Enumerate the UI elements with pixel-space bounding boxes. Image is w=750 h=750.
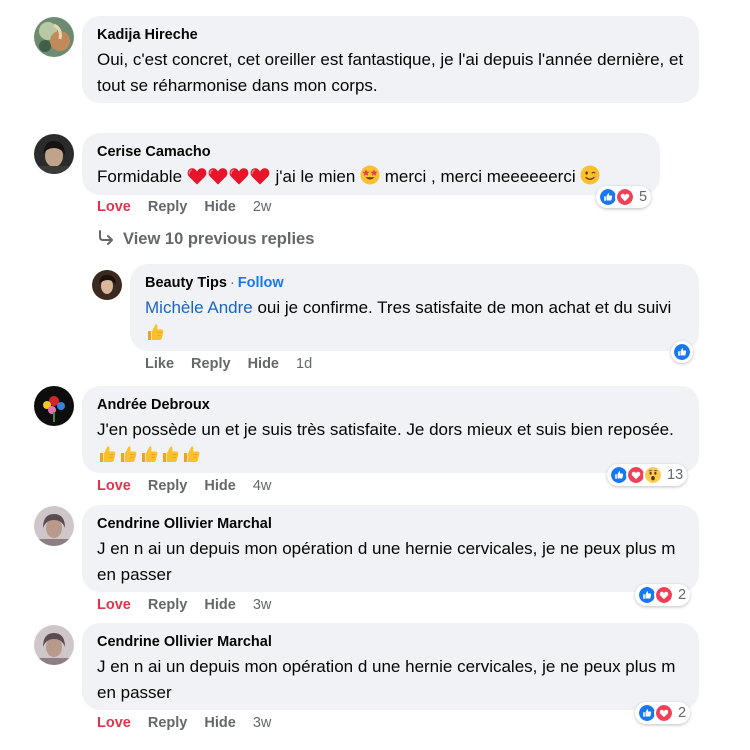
reaction-summary[interactable]: 2	[635, 584, 691, 606]
comment-bubble: Cendrine Ollivier Marchal J en n ai un d…	[82, 623, 699, 710]
comment-bubble: Andrée Debroux J'en possède un et je sui…	[82, 386, 699, 473]
love-button[interactable]: Love	[97, 199, 131, 215]
reaction-summary[interactable]: 13	[607, 464, 688, 486]
reply-button[interactable]: Reply	[148, 715, 188, 731]
comment-timestamp[interactable]: 3w	[253, 715, 272, 731]
comment-text-part: Formidable	[97, 167, 183, 186]
comment-text: Oui, c'est concret, cet oreiller est fan…	[97, 50, 684, 95]
view-previous-replies-link[interactable]: View 10 previous replies	[97, 228, 314, 250]
red-heart-emoji-icon	[186, 167, 271, 193]
comment-author[interactable]: Cendrine Ollivier Marchal	[97, 633, 685, 651]
comment-timestamp[interactable]: 2w	[253, 199, 272, 215]
star-struck-emoji-icon	[360, 165, 380, 193]
reaction-count: 13	[667, 467, 684, 483]
reaction-summary[interactable]: 2	[635, 702, 691, 724]
hide-button[interactable]: Hide	[204, 199, 235, 215]
reply-button[interactable]: Reply	[148, 478, 188, 494]
separator: ·	[229, 275, 235, 291]
comment-actions: Love Reply Hide 2w	[97, 198, 284, 216]
avatar[interactable]	[92, 270, 122, 300]
comment-bubble: Kadija Hireche Oui, c'est concret, cet o…	[82, 16, 699, 103]
reaction-count: 2	[678, 705, 687, 721]
mention-link[interactable]: Michèle Andre	[145, 298, 253, 317]
comment-timestamp[interactable]: 1d	[296, 356, 312, 372]
hide-button[interactable]: Hide	[204, 478, 235, 494]
comment-author[interactable]: Cerise Camacho	[97, 143, 646, 161]
reaction-count: 2	[678, 587, 687, 603]
avatar[interactable]	[34, 625, 74, 665]
view-replies-label: View 10 previous replies	[123, 230, 315, 248]
comment-timestamp[interactable]: 3w	[253, 597, 272, 613]
avatar[interactable]	[34, 134, 74, 174]
like-button[interactable]: Like	[145, 356, 174, 372]
thumbs-up-emoji-icon	[145, 322, 165, 350]
comment-text: J'en possède un et je suis très satisfai…	[97, 417, 685, 472]
thumbs-up-emoji-icon	[97, 444, 201, 472]
reaction-summary[interactable]: 5	[596, 186, 652, 208]
hide-button[interactable]: Hide	[204, 597, 235, 613]
comment-author[interactable]: Kadija Hireche	[97, 26, 685, 44]
reply-button[interactable]: Reply	[148, 199, 188, 215]
love-button[interactable]: Love	[97, 478, 131, 494]
comment-bubble: Cendrine Ollivier Marchal J en n ai un d…	[82, 505, 699, 592]
comment-text: Michèle Andre oui je confirme. Tres sati…	[145, 295, 685, 350]
comment-author[interactable]: Beauty Tips	[145, 275, 227, 291]
reply-arrow-icon	[97, 228, 115, 250]
heart-icon	[654, 585, 674, 605]
comment-actions: Like Reply Hide 1d	[145, 355, 325, 373]
comment-text: Formidable j'ai le mien merci , merci me…	[97, 164, 646, 193]
comment-timestamp[interactable]: 4w	[253, 478, 272, 494]
comment-author[interactable]: Andrée Debroux	[97, 396, 685, 414]
avatar[interactable]	[34, 17, 74, 57]
comment-actions: Love Reply Hide 3w	[97, 714, 284, 732]
comment-text-part: j'ai le mien	[275, 167, 356, 186]
wow-icon	[643, 465, 663, 485]
avatar[interactable]	[34, 506, 74, 546]
comment-text: J en n ai un depuis mon opération d une …	[97, 657, 676, 702]
hide-button[interactable]: Hide	[204, 715, 235, 731]
comment-actions: Love Reply Hide 3w	[97, 596, 284, 614]
love-button[interactable]: Love	[97, 715, 131, 731]
follow-button[interactable]: Follow	[238, 275, 284, 291]
hide-button[interactable]: Hide	[248, 356, 279, 372]
comment-text-part: J'en possède un et je suis très satisfai…	[97, 420, 674, 439]
reaction-summary[interactable]	[671, 341, 693, 363]
reply-button[interactable]: Reply	[191, 356, 231, 372]
comment-actions: Love Reply Hide 4w	[97, 477, 284, 495]
comment-text-part: oui je confirme. Tres satisfaite de mon …	[257, 298, 672, 317]
heart-icon	[615, 187, 635, 207]
reply-header: Beauty Tips · Follow	[145, 274, 685, 292]
reaction-count: 5	[639, 189, 648, 205]
comment-author[interactable]: Cendrine Ollivier Marchal	[97, 515, 685, 533]
winking-face-emoji-icon	[580, 165, 601, 193]
reply-bubble: Beauty Tips · Follow Michèle Andre oui je …	[130, 264, 699, 351]
heart-icon	[654, 703, 674, 723]
comment-text: J en n ai un depuis mon opération d une …	[97, 539, 676, 584]
avatar[interactable]	[34, 386, 74, 426]
love-button[interactable]: Love	[97, 597, 131, 613]
like-icon	[672, 342, 692, 362]
comment-bubble: Cerise Camacho Formidable j'ai le mien m…	[82, 133, 660, 195]
reply-button[interactable]: Reply	[148, 597, 188, 613]
comment-text-part: merci , merci meeeeeerci	[384, 167, 576, 186]
